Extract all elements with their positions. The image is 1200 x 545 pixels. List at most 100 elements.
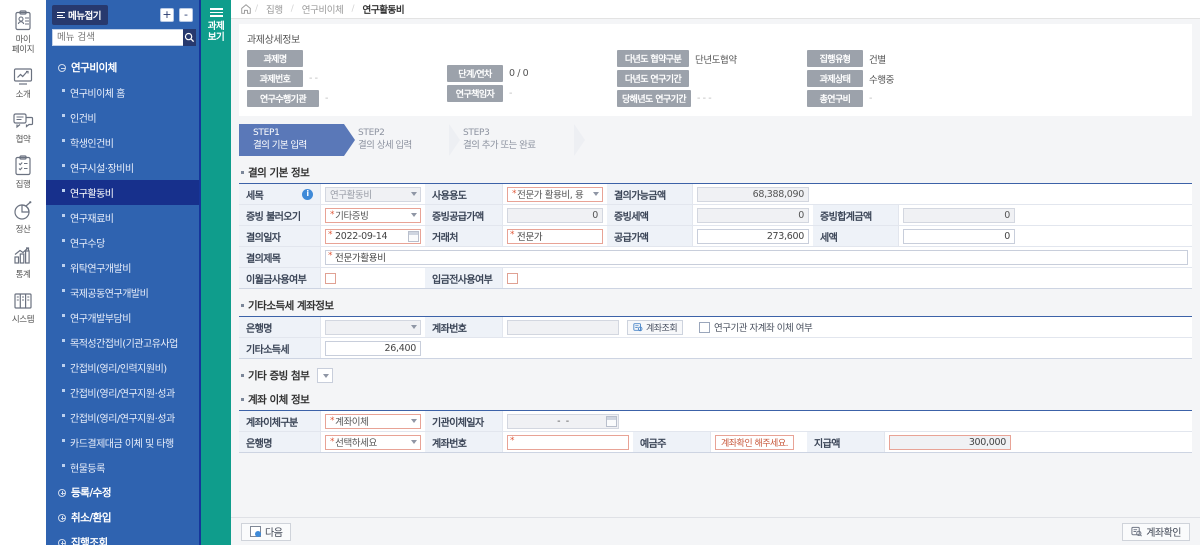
- field-carryover-use: [321, 268, 425, 288]
- transfer-type-select[interactable]: * 계좌이체: [325, 413, 421, 429]
- next-button-label: 다음: [265, 528, 283, 539]
- task-row-current-period: 당해년도 연구기간 - - -: [617, 90, 807, 107]
- load-proof-value: 기타증빙: [335, 211, 369, 222]
- task-view-tab[interactable]: 과제 보기: [201, 0, 231, 545]
- sidebar-item-research-material[interactable]: 연구재료비: [46, 205, 199, 230]
- sidebar-item-purpose-indirect[interactable]: 목적성간접비(기관고유사업: [46, 330, 199, 355]
- sidebar-item-international-rnd[interactable]: 국제공동연구개발비: [46, 280, 199, 305]
- required-mark: *: [328, 250, 333, 261]
- calendar-icon[interactable]: [408, 230, 419, 242]
- sidebar-item-facility-equipment[interactable]: 연구시설·장비비: [46, 155, 199, 180]
- account-lookup-button[interactable]: 계좌조회: [627, 319, 684, 335]
- sidebar-item-indirect-support-2[interactable]: 간접비(영리/연구지원·성과: [46, 405, 199, 430]
- resolution-subject-input[interactable]: [325, 249, 1188, 265]
- sidebar-item-inkind-registration[interactable]: 현물등록: [46, 455, 199, 480]
- rail-label: 소개: [15, 90, 31, 100]
- task-row-status: 과제상태 수행중: [807, 70, 927, 87]
- payment-amount-input: [889, 434, 1011, 450]
- account-check-label: 계좌확인: [1146, 528, 1181, 539]
- tax-amount-input[interactable]: [903, 228, 1015, 244]
- label-resolution-subject: 결의제목: [239, 247, 321, 267]
- rail-item-settlement[interactable]: 정산: [0, 194, 46, 239]
- load-proof-select[interactable]: * 기타증빙: [325, 207, 421, 223]
- home-icon[interactable]: [239, 2, 253, 16]
- sidebar-item-indirect-support-1[interactable]: 간접비(영리/연구지원·성과: [46, 380, 199, 405]
- step-2-number: STEP2: [358, 128, 385, 138]
- bank-name-select-tr[interactable]: * 선택하세요: [325, 434, 421, 450]
- other-proof-toggle-select[interactable]: [317, 368, 334, 383]
- table-row: 세목 i 연구활동비 사용용도 * 전문가 활용비, 용 결의가능금액 68,3…: [239, 184, 1192, 205]
- collapse-all-button[interactable]: -: [179, 8, 193, 22]
- account-lookup-label: 계좌조회: [646, 323, 678, 334]
- next-button[interactable]: 다음: [241, 522, 292, 541]
- table-row: 기타소득세: [239, 338, 1192, 359]
- field-resolution-subject: *: [321, 247, 1192, 267]
- collapse-menu-button[interactable]: 메뉴접기: [52, 5, 108, 25]
- label-bank-name-tr: 은행명: [239, 432, 321, 452]
- account-check-button[interactable]: 계좌확인: [1122, 522, 1190, 541]
- section-title-basic: 결의 기본 정보: [241, 165, 1192, 180]
- section-title-other-proof: 기타 증빙 첨부: [241, 368, 1192, 383]
- supply-amount-input[interactable]: [697, 228, 809, 244]
- sidebar-item-research-allowance[interactable]: 연구수당: [46, 230, 199, 255]
- self-account-transfer-checkbox[interactable]: [699, 321, 710, 333]
- sidebar-group-register-edit[interactable]: 등록/수정: [46, 480, 199, 505]
- breadcrumb-item-research-transfer[interactable]: 연구비이체: [296, 2, 350, 16]
- sidebar-group-cancel-refund[interactable]: 취소/환입: [46, 505, 199, 530]
- task-row-agreement-type: 다년도 협약구분 단년도협약: [617, 50, 807, 67]
- deposit-use-checkbox[interactable]: [507, 272, 518, 284]
- plus-circle-icon: [58, 488, 66, 497]
- label-proof-total: 증빙합계금액: [813, 205, 899, 225]
- bank-name-select-oi[interactable]: [325, 319, 421, 335]
- label-account-holder: 예금주: [633, 432, 711, 452]
- other-income-tax-input[interactable]: [325, 340, 421, 356]
- step-3[interactable]: STEP3 결의 추가 또는 완료: [449, 124, 585, 156]
- vendor-input[interactable]: [507, 228, 603, 244]
- expand-all-button[interactable]: +: [160, 8, 174, 22]
- task-detail-title: 과제상세정보: [247, 35, 300, 46]
- sidebar-item-card-payment-transfer[interactable]: 카드결제대금 이체 및 타행: [46, 430, 199, 455]
- purpose-value: 전문가 활용비, 용: [517, 190, 584, 201]
- sidebar-toolbar: 메뉴접기 + -: [46, 0, 199, 49]
- sidebar-item-personnel[interactable]: 인건비: [46, 105, 199, 130]
- step-1[interactable]: STEP1 결의 기본 입력: [239, 124, 355, 156]
- sidebar-item-commissioned-rnd[interactable]: 위탁연구개발비: [46, 255, 199, 280]
- table-row: 계좌이체구분 * 계좌이체 기관이체일자: [239, 411, 1192, 432]
- task-value: - - -: [696, 93, 712, 104]
- hamburger-icon: [209, 8, 223, 17]
- rail-item-execution[interactable]: 집행: [0, 149, 46, 194]
- sidebar-group-research-transfer[interactable]: 연구비이체: [46, 55, 199, 80]
- self-account-transfer-cell: 연구기관 자계좌 이체 여부: [695, 317, 1192, 337]
- rail-item-system[interactable]: 시스템: [0, 284, 46, 329]
- field-tax-amount: [899, 226, 1019, 246]
- menu-search-button[interactable]: [183, 29, 196, 46]
- task-value: 수행중: [869, 74, 895, 86]
- semok-select[interactable]: 연구활동비: [325, 186, 421, 202]
- sidebar-item-student-personnel[interactable]: 학생인건비: [46, 130, 199, 155]
- account-verify-button[interactable]: 계좌확인 해주세요.: [715, 434, 794, 450]
- account-no-input-tr[interactable]: [507, 434, 629, 450]
- sidebar-item-research-activity[interactable]: 연구활동비: [46, 180, 199, 205]
- sidebar-item-indirect-manpower[interactable]: 간접비(영리/인력지원비): [46, 355, 199, 380]
- step-2[interactable]: STEP2 결의 상세 입력: [344, 124, 460, 156]
- task-row-institution: 연구수행기관 -: [247, 90, 447, 107]
- label-load-proof: 증빙 불러오기: [239, 205, 321, 225]
- table-row: 은행명 계좌번호 계좌조회 연구기관 자계좌 이체 여부: [239, 317, 1192, 338]
- rail-item-mypage[interactable]: 마이 페이지: [0, 4, 46, 59]
- menu-search-input[interactable]: [52, 29, 183, 46]
- sidebar-item-rnd-burden[interactable]: 연구개발부담비: [46, 305, 199, 330]
- rail-item-statistics[interactable]: 통계: [0, 239, 46, 284]
- sidebar-group-label: 집행조회: [71, 537, 108, 545]
- breadcrumb-item-execution[interactable]: 집행: [260, 2, 289, 16]
- rail-item-agreement[interactable]: 협약: [0, 104, 46, 149]
- rail-item-intro[interactable]: 소개: [0, 59, 46, 104]
- info-icon[interactable]: i: [302, 188, 313, 200]
- field-bank-name-tr: * 선택하세요: [321, 432, 425, 452]
- sidebar-group-execution-inquiry[interactable]: 집행조회: [46, 530, 199, 545]
- purpose-select[interactable]: * 전문가 활용비, 용: [507, 186, 603, 202]
- label-institution-transfer-date: 기관이체일자: [425, 411, 503, 431]
- transfer-info-table: 계좌이체구분 * 계좌이체 기관이체일자 - - 은행명 * 선택하세요 계좌번…: [239, 410, 1192, 453]
- carryover-use-checkbox[interactable]: [325, 272, 336, 284]
- sidebar-item-home[interactable]: 연구비이체 홈: [46, 80, 199, 105]
- resolution-date-input[interactable]: [325, 228, 421, 244]
